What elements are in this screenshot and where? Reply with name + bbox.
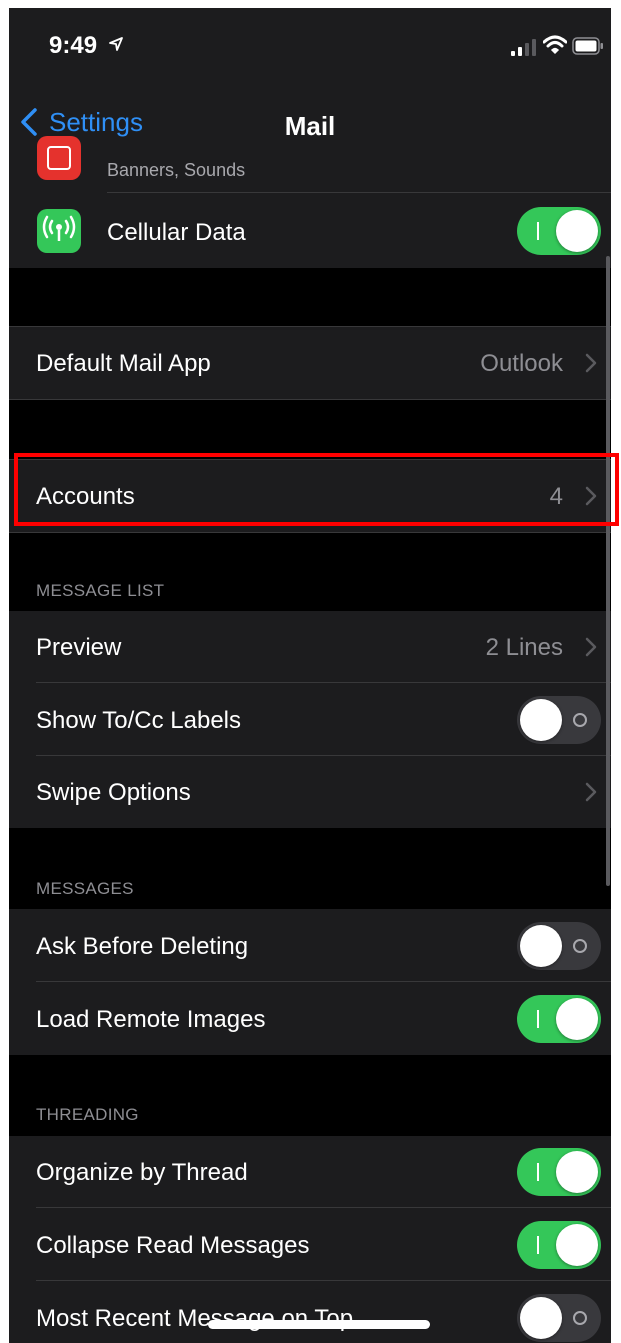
chevron-right-icon: [585, 782, 597, 802]
preview-value: 2 Lines: [485, 634, 563, 661]
notifications-icon: [37, 136, 81, 180]
chevron-right-icon: [585, 353, 597, 373]
cellular-data-label: Cellular Data: [107, 219, 246, 246]
toggle-off-mark: [573, 939, 587, 953]
location-arrow-icon: [108, 37, 123, 51]
home-indicator[interactable]: [208, 1320, 430, 1329]
messages-header: MESSAGES: [36, 879, 134, 898]
toggle-on-mark: [537, 1236, 539, 1254]
show-tocc-toggle[interactable]: [517, 696, 601, 744]
organize-by-thread-label: Organize by Thread: [36, 1159, 248, 1186]
message-list-header: MESSAGE LIST: [36, 581, 165, 600]
collapse-read-toggle[interactable]: [517, 1221, 601, 1269]
notifications-subtitle: Banners, Sounds: [107, 160, 246, 180]
accounts-highlight-box: [14, 453, 619, 526]
toggle-knob: [520, 925, 562, 967]
preview-row[interactable]: Preview 2 Lines: [9, 611, 611, 683]
toggle-knob: [556, 210, 598, 252]
toggle-knob: [520, 1297, 562, 1339]
toggle-on-mark: [537, 1010, 539, 1028]
preview-label: Preview: [36, 634, 122, 661]
toggle-off-mark: [573, 1311, 587, 1325]
chevron-right-icon: [585, 637, 597, 657]
toggle-knob: [556, 998, 598, 1040]
page-title: Mail: [284, 111, 336, 141]
most-recent-top-toggle[interactable]: [517, 1294, 601, 1342]
load-remote-images-toggle[interactable]: [517, 995, 601, 1043]
organize-by-thread-toggle[interactable]: [517, 1148, 601, 1196]
show-tocc-label: Show To/Cc Labels: [36, 707, 242, 734]
navigation-bar: Settings Mail: [9, 88, 611, 158]
toggle-on-mark: [537, 222, 539, 240]
cellular-data-toggle[interactable]: [517, 207, 601, 255]
most-recent-top-row: Most Recent Message on Top: [9, 1281, 611, 1343]
status-time: 9:49: [49, 32, 98, 59]
toggle-knob: [556, 1151, 598, 1193]
collapse-read-label: Collapse Read Messages: [36, 1232, 310, 1259]
toggle-on-mark: [537, 1163, 539, 1181]
collapse-read-row: Collapse Read Messages: [9, 1208, 611, 1281]
ask-before-deleting-row: Ask Before Deleting: [9, 909, 611, 982]
default-mail-app-label: Default Mail App: [36, 350, 211, 377]
toggle-off-mark: [573, 713, 587, 727]
toggle-knob: [556, 1224, 598, 1266]
signal-icon: [511, 39, 536, 56]
ask-before-deleting-toggle[interactable]: [517, 922, 601, 970]
organize-by-thread-row: Organize by Thread: [9, 1136, 611, 1208]
default-mail-app-value: Outlook: [480, 350, 563, 377]
status-time-wrap: 9:49: [49, 32, 124, 60]
ask-before-deleting-label: Ask Before Deleting: [36, 933, 249, 960]
battery-icon: [572, 37, 603, 55]
cellular-data-row: Cellular Data: [9, 193, 611, 268]
swipe-options-row[interactable]: Swipe Options: [9, 756, 611, 828]
show-tocc-row: Show To/Cc Labels: [9, 683, 611, 756]
phone-screen: 9:49 Settings Mail Banners, Sounds Cellu…: [9, 8, 611, 1343]
threading-header: THREADING: [36, 1105, 139, 1124]
notifications-row[interactable]: Banners, Sounds: [9, 136, 611, 193]
status-bar: 9:49: [9, 8, 611, 88]
swipe-options-label: Swipe Options: [36, 779, 191, 806]
toggle-knob: [520, 699, 562, 741]
default-mail-app-row[interactable]: Default Mail App Outlook: [9, 326, 611, 400]
scrollbar[interactable]: [606, 256, 610, 886]
cellular-antenna-icon: [37, 209, 81, 253]
load-remote-images-label: Load Remote Images: [36, 1006, 266, 1033]
wifi-icon: [543, 35, 567, 55]
load-remote-images-row: Load Remote Images: [9, 982, 611, 1055]
